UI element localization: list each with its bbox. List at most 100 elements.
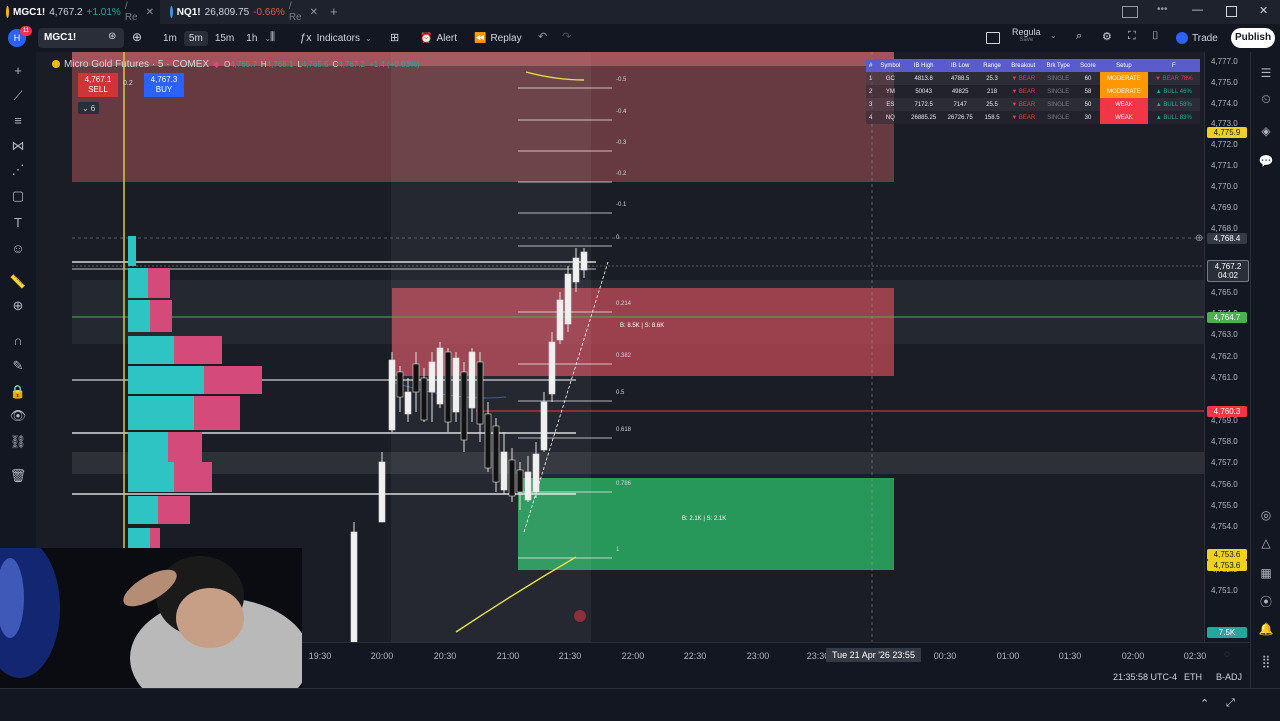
table-cell: WEAK: [1100, 98, 1148, 111]
watchlist-icon[interactable]: ☰: [1257, 64, 1275, 82]
add-alert-plus-icon[interactable]: ⊕: [1195, 233, 1203, 244]
pattern-icon[interactable]: ⋈: [8, 136, 28, 156]
table-cell: 4813.8: [914, 75, 933, 82]
col-header: #: [866, 59, 876, 72]
pencil-lock-icon[interactable]: ✎: [8, 356, 28, 376]
fullscreen-icon[interactable]: ⛶: [1128, 30, 1136, 43]
close-tab-icon[interactable]: ✕: [310, 7, 318, 18]
candle-body: [508, 459, 516, 497]
adjustment-label[interactable]: B-ADJ: [1216, 672, 1242, 682]
collapse-panel-icon[interactable]: ⌃: [1200, 697, 1209, 710]
eye-icon[interactable]: 👁: [8, 406, 28, 426]
auto-scale-icon[interactable]: ◌: [1224, 649, 1230, 660]
trade-button[interactable]: Trade: [1176, 24, 1218, 52]
target-icon[interactable]: ◎: [1257, 506, 1275, 524]
clock-label[interactable]: 21:35:58 UTC-4: [1113, 672, 1177, 682]
tab-mgc[interactable]: MGC1! 4,767.2 +1.01% / Re ✕: [0, 0, 160, 24]
new-tab-button[interactable]: +: [330, 4, 338, 19]
buy-button[interactable]: 4,767.3 BUY: [144, 73, 184, 97]
watchlist-icon[interactable]: ⊛: [108, 31, 116, 42]
window-layout-icon[interactable]: [1122, 6, 1138, 18]
layout-name-button[interactable]: Regula Save: [1012, 27, 1041, 43]
magnet-icon[interactable]: ∩: [8, 330, 28, 350]
price-pill-yellow: 4,753.6: [1207, 549, 1247, 560]
zoom-icon[interactable]: ⊕: [8, 296, 28, 316]
apps-grid-icon[interactable]: ⣿: [1257, 652, 1275, 670]
grey-band-low: [72, 452, 1204, 474]
table-cell: YM: [885, 88, 895, 95]
candle-body: [556, 299, 564, 341]
candle-body: [436, 347, 444, 405]
interval-15m[interactable]: 15m: [210, 31, 239, 46]
notifications-bell-icon[interactable]: 🔔: [1257, 620, 1275, 638]
spread-value: 0.2: [123, 80, 133, 87]
alert-label: Alert: [436, 32, 458, 44]
templates-icon[interactable]: ⊞: [390, 31, 399, 44]
interval-1m[interactable]: 1m: [158, 31, 182, 46]
time-tick: 22:00: [621, 651, 645, 661]
undo-icon[interactable]: ↶: [538, 30, 547, 43]
table-cell: 1: [868, 75, 873, 82]
more-icon[interactable]: •••: [1157, 4, 1168, 15]
forecast-icon[interactable]: ⋰: [8, 160, 28, 180]
trend-line-icon[interactable]: ⟋: [8, 86, 28, 106]
maximize-icon[interactable]: [1226, 6, 1237, 17]
fib-label: -0.5: [616, 77, 627, 83]
legend-title[interactable]: Micro Gold Futures · 5 · COMEX: [64, 59, 209, 70]
indicators-button[interactable]: ƒx Indicators ⌄: [300, 24, 372, 52]
replay-icon: ⏪: [474, 32, 487, 44]
session-label[interactable]: ETH: [1184, 672, 1202, 682]
fib-label: 1: [616, 547, 620, 553]
publish-button[interactable]: Publish: [1231, 28, 1275, 48]
sell-button[interactable]: 4,767.1 SELL: [78, 73, 118, 97]
low-value: 4,765.5: [301, 59, 329, 69]
camera-icon[interactable]: ⌷: [1152, 30, 1159, 43]
crosshair-icon[interactable]: +: [8, 60, 28, 80]
interval-5m[interactable]: 5m: [183, 30, 208, 46]
minimize-icon[interactable]: —: [1192, 4, 1203, 16]
quick-search-icon[interactable]: ⌕: [1076, 30, 1082, 43]
candle-type-icon[interactable]: ⫼: [270, 31, 275, 44]
replay-button[interactable]: ⏪ Replay: [474, 24, 522, 52]
col-header: Breakout: [1005, 59, 1041, 72]
calendar-icon[interactable]: ▦: [1257, 564, 1275, 582]
streams-icon[interactable]: ⦿: [1257, 592, 1275, 610]
price-axis[interactable]: 4,777.0 4,775.0 4,774.0 4,773.0 4,772.0 4,771…: [1195, 52, 1251, 642]
price-pill-red: 4,760.3: [1207, 406, 1247, 417]
emoji-icon[interactable]: ☺: [8, 238, 28, 258]
compare-add-icon[interactable]: ⊕: [132, 30, 142, 44]
interval-1h[interactable]: 1h: [241, 31, 262, 46]
redo-icon[interactable]: ↷: [562, 30, 571, 43]
table-cell: 218: [987, 88, 998, 95]
alert-button[interactable]: ⏰ Alert: [420, 24, 457, 52]
layers-icon[interactable]: ◈: [1257, 122, 1275, 140]
layout-icon[interactable]: [986, 32, 1000, 44]
settings-gear-icon[interactable]: ⚙: [1102, 30, 1112, 43]
ideas-icon[interactable]: △: [1257, 534, 1275, 552]
tab-nq[interactable]: NQ1! 26,809.75 -0.66% / Re ✕: [164, 0, 324, 24]
chat-icon[interactable]: 💬: [1257, 152, 1275, 170]
close-window-icon[interactable]: ✕: [1259, 4, 1268, 17]
trash-icon[interactable]: 🗑: [8, 466, 28, 486]
alerts-clock-icon[interactable]: ⏲: [1257, 90, 1275, 108]
ruler-icon[interactable]: 📏: [8, 272, 28, 292]
indicator-count: 6: [90, 103, 96, 113]
fib-icon[interactable]: ≡: [8, 110, 28, 130]
close-tab-icon[interactable]: ✕: [146, 7, 154, 18]
shapes-icon[interactable]: ▢: [8, 186, 28, 206]
text-icon[interactable]: T: [8, 212, 28, 232]
indicators-collapse[interactable]: ⌄ 6: [78, 102, 100, 114]
table-cell: MODERATE: [1100, 72, 1148, 85]
candle-body: [428, 361, 436, 393]
lock-icon[interactable]: 🔒: [8, 382, 28, 402]
table-cell: ▲ BULL 46%: [1155, 88, 1192, 95]
price-tick: 4,758.0: [1211, 437, 1238, 446]
table-cell: 2: [868, 88, 873, 95]
maximize-panel-icon[interactable]: ⤢: [1226, 697, 1235, 710]
price-tick: 4,774.0: [1211, 99, 1238, 108]
symbol-search[interactable]: MGC1! ⊛: [38, 28, 124, 48]
trade-icon: [1176, 32, 1188, 44]
chevron-down-icon[interactable]: ⌄: [1050, 31, 1057, 40]
table-cell: 25.5: [986, 101, 998, 108]
link-icon[interactable]: ⛓: [8, 432, 28, 452]
